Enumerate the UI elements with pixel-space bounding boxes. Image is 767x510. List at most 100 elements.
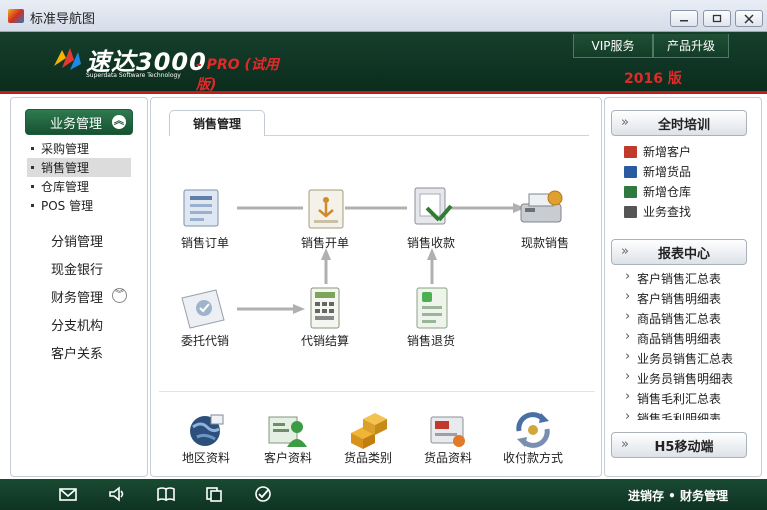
- flow-arrow-up-1: [321, 248, 331, 284]
- submenu-item-purchase[interactable]: 采购管理: [27, 139, 131, 158]
- business-management-button[interactable]: 业务管理 ︽: [25, 109, 133, 135]
- business-search-link[interactable]: 业务查找: [624, 203, 691, 220]
- window-title: 标准导航图: [30, 12, 96, 27]
- right-panel: » 全时培训 新增客户 新增货品 新增仓库 业务查找 » 报表中心 客户销售汇总…: [604, 97, 762, 477]
- payment-method-label[interactable]: 收付款方式: [495, 449, 571, 466]
- cash-sales-label[interactable]: 现款销售: [505, 234, 585, 251]
- new-customer-link[interactable]: 新增客户: [624, 143, 691, 160]
- double-chevron-icon: »: [621, 437, 629, 452]
- minimize-button[interactable]: [670, 10, 698, 27]
- double-chevron-icon: »: [621, 244, 629, 259]
- goods-category-label[interactable]: 货品类别: [330, 449, 406, 466]
- vip-service-button[interactable]: VIP服务: [573, 34, 653, 58]
- sales-return-icon[interactable]: [407, 286, 461, 330]
- app-header: 速达3000 - PRO (试用版) Superdata Software Te…: [0, 32, 767, 94]
- h5-mobile-header-button[interactable]: » H5移动端: [611, 432, 747, 458]
- report-item[interactable]: 商品销售明细表: [625, 329, 721, 347]
- version-year: 2016 版: [624, 71, 682, 87]
- check-icon[interactable]: [253, 485, 273, 503]
- consignment-icon[interactable]: [178, 286, 232, 330]
- h5-mobile-title: H5移动端: [654, 439, 714, 455]
- copy-icon[interactable]: [204, 485, 224, 503]
- region-data-label[interactable]: 地区资料: [168, 449, 244, 466]
- book-icon[interactable]: [156, 485, 176, 503]
- business-search-icon: [624, 205, 637, 218]
- status-text: 进销存 • 财务管理: [628, 489, 729, 503]
- sales-order-icon[interactable]: [178, 186, 232, 230]
- logo-subtitle: Superdata Software Technology: [86, 72, 181, 79]
- report-item[interactable]: 销售毛利明细表: [625, 409, 721, 420]
- logo-edition: - PRO (试用版): [196, 57, 279, 93]
- report-item[interactable]: 商品销售汇总表: [625, 309, 721, 327]
- flow-arrow-up-2: [427, 248, 437, 284]
- report-item[interactable]: 客户销售明细表: [625, 289, 721, 307]
- consignment-label[interactable]: 委托代销: [165, 332, 245, 349]
- report-center-title: 报表中心: [657, 246, 710, 262]
- business-submenu: 采购管理 销售管理 仓库管理 POS 管理: [27, 139, 131, 217]
- minimize-icon: [680, 19, 688, 21]
- submenu-item-pos[interactable]: POS 管理: [27, 196, 131, 215]
- payment-method-icon[interactable]: [513, 411, 555, 449]
- new-customer-label: 新增客户: [643, 145, 692, 159]
- close-icon: [744, 13, 754, 24]
- report-item[interactable]: 业务员销售明细表: [625, 369, 733, 387]
- consignment-settlement-icon[interactable]: [301, 286, 355, 330]
- speaker-icon[interactable]: [107, 485, 127, 503]
- sidebar-item-branches[interactable]: 分支机构: [51, 315, 103, 334]
- customer-data-label[interactable]: 客户资料: [250, 449, 326, 466]
- business-search-label: 业务查找: [643, 205, 692, 219]
- sidebar-item-crm[interactable]: 客户关系: [51, 343, 103, 362]
- sales-invoice-icon[interactable]: [301, 186, 355, 230]
- product-upgrade-button[interactable]: 产品升级: [653, 34, 729, 58]
- tab-divider: [265, 135, 589, 136]
- close-button[interactable]: [735, 10, 763, 27]
- sidebar-item-cash-bank[interactable]: 现金银行: [51, 259, 103, 278]
- sidebar-item-finance[interactable]: 财务管理: [51, 287, 103, 306]
- new-customer-icon: [624, 145, 637, 158]
- new-warehouse-link[interactable]: 新增仓库: [624, 183, 691, 200]
- training-header-button[interactable]: » 全时培训: [611, 110, 747, 136]
- panel-divider: [159, 391, 595, 392]
- chevron-up-icon: ︽: [112, 115, 126, 129]
- submenu-item-sales[interactable]: 销售管理: [27, 158, 131, 177]
- left-sidebar: 业务管理 ︽ 采购管理 销售管理 仓库管理 POS 管理 分销管理 现金银行 财…: [10, 97, 148, 477]
- new-goods-icon: [624, 165, 637, 178]
- maximize-button[interactable]: [703, 10, 731, 27]
- tab-sales-management[interactable]: 销售管理: [169, 110, 265, 136]
- submenu-item-warehouse[interactable]: 仓库管理: [27, 177, 131, 196]
- goods-icon[interactable]: [427, 411, 469, 449]
- status-bar: 进销存 • 财务管理: [0, 479, 767, 510]
- new-warehouse-label: 新增仓库: [643, 185, 692, 199]
- business-management-label: 业务管理: [50, 116, 103, 132]
- boxes-icon[interactable]: [347, 411, 389, 449]
- report-item[interactable]: 销售毛利汇总表: [625, 389, 721, 407]
- double-chevron-icon: »: [621, 115, 629, 130]
- new-warehouse-icon: [624, 185, 637, 198]
- app-icon: [8, 9, 24, 23]
- goods-data-label[interactable]: 货品资料: [410, 449, 486, 466]
- cash-sales-icon[interactable]: [517, 186, 571, 230]
- sales-receipt-label[interactable]: 销售收款: [391, 234, 471, 251]
- report-center-header-button[interactable]: » 报表中心: [611, 239, 747, 265]
- logo-mark-icon: [54, 48, 81, 70]
- product-logo: 速达3000 - PRO (试用版) Superdata Software Te…: [52, 42, 292, 93]
- sales-order-label[interactable]: 销售订单: [165, 234, 245, 251]
- report-item[interactable]: 客户销售汇总表: [625, 270, 721, 287]
- globe-icon[interactable]: [185, 411, 227, 449]
- sales-receipt-icon[interactable]: [407, 186, 461, 230]
- window-titlebar: 标准导航图: [0, 0, 767, 32]
- sidebar-item-distribution[interactable]: 分销管理: [51, 231, 103, 250]
- consignment-settlement-label[interactable]: 代销结算: [285, 332, 365, 349]
- report-item[interactable]: 业务员销售汇总表: [625, 349, 733, 367]
- sales-invoice-label[interactable]: 销售开单: [285, 234, 365, 251]
- report-list: 客户销售汇总表 客户销售明细表 商品销售汇总表 商品销售明细表 业务员销售汇总表…: [621, 270, 757, 420]
- new-goods-label: 新增货品: [643, 165, 692, 179]
- training-title: 全时培训: [657, 117, 710, 133]
- sales-return-label[interactable]: 销售退货: [391, 332, 471, 349]
- chevron-down-icon[interactable]: ︾: [112, 288, 127, 303]
- new-goods-link[interactable]: 新增货品: [624, 163, 691, 180]
- restore-icon: [712, 14, 722, 23]
- main-panel: 销售管理 销售订单 销售开单 销售收款 现款销售 委托代销 代销结算 销售退货 …: [150, 97, 602, 477]
- mail-icon[interactable]: [58, 485, 78, 503]
- customer-icon[interactable]: [267, 411, 309, 449]
